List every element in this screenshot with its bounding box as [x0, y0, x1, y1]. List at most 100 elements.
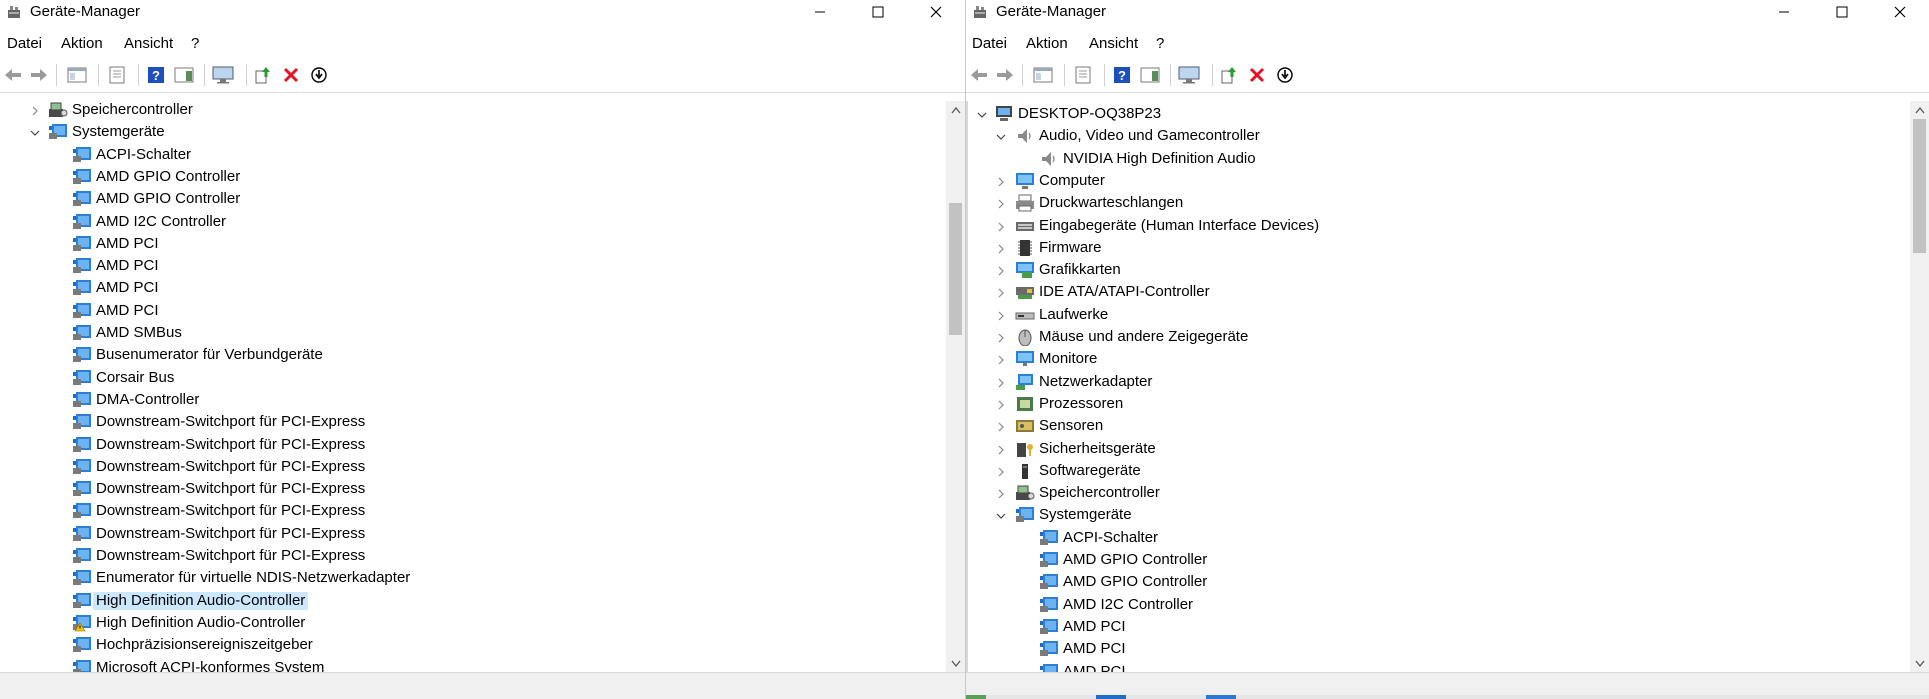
tree-node-category[interactable]: Mäuse und andere Zeigegeräte: [968, 326, 1910, 348]
chevron-right-icon[interactable]: [995, 197, 1007, 209]
scan-for-hardware-button[interactable]: [1176, 62, 1202, 88]
chevron-right-icon[interactable]: [995, 309, 1007, 321]
menu-help[interactable]: ?: [1156, 35, 1164, 52]
tree-node-category[interactable]: Sicherheitsgeräte: [968, 438, 1910, 460]
scroll-up-arrow[interactable]: [1910, 101, 1929, 119]
tree-node-device[interactable]: Enumerator für virtuelle NDIS-Netzwerkad…: [0, 567, 946, 589]
tree-node-device[interactable]: Downstream-Switchport für PCI-Express: [0, 545, 946, 567]
forward-button[interactable]: [26, 62, 52, 88]
disable-device-button[interactable]: [306, 62, 332, 88]
menu-help[interactable]: ?: [191, 35, 199, 52]
tree-node-device[interactable]: AMD SMBus: [0, 322, 946, 344]
menu-datei[interactable]: Datei: [7, 35, 42, 52]
tree-node-category[interactable]: Eingabegeräte (Human Interface Devices): [968, 215, 1910, 237]
tree-node-device[interactable]: ACPI-Schalter: [0, 144, 946, 166]
tree-node-device[interactable]: High Definition Audio-Controller: [0, 590, 946, 612]
tree-node-device[interactable]: Downstream-Switchport für PCI-Express: [0, 434, 946, 456]
scrollbar-thumb[interactable]: [1913, 119, 1926, 253]
tree-node-category[interactable]: Speichercontroller: [0, 101, 946, 121]
tree-node-category[interactable]: Audio, Video und Gamecontroller: [968, 125, 1910, 147]
scan-for-hardware-button[interactable]: [210, 62, 236, 88]
tree-node-category[interactable]: Prozessoren: [968, 393, 1910, 415]
chevron-down-icon[interactable]: [976, 108, 988, 120]
device-tree[interactable]: DESKTOP-OQ38P23 Audio, Video und Gamecont…: [966, 101, 1910, 673]
tree-node-device[interactable]: Downstream-Switchport für PCI-Express: [0, 456, 946, 478]
device-tree[interactable]: Speichercontroller Systemgeräte ACPI-Schal…: [0, 101, 946, 673]
maximize-button[interactable]: [1813, 0, 1871, 24]
tree-node-device[interactable]: Downstream-Switchport für PCI-Express: [0, 500, 946, 522]
chevron-right-icon[interactable]: [995, 376, 1007, 388]
tree-node-device[interactable]: AMD GPIO Controller: [968, 571, 1910, 593]
tree-node-category[interactable]: Grafikkarten: [968, 259, 1910, 281]
title-bar[interactable]: Geräte-Manager: [0, 0, 965, 24]
chevron-right-icon[interactable]: [995, 286, 1007, 298]
properties-button[interactable]: [104, 62, 130, 88]
tree-node-device[interactable]: AMD PCI: [968, 638, 1910, 660]
tree-node-device[interactable]: Corsair Bus: [0, 367, 946, 389]
tree-node-device[interactable]: AMD PCI: [0, 300, 946, 322]
show-hide-console-tree-button[interactable]: [1030, 62, 1056, 88]
maximize-button[interactable]: [849, 0, 907, 24]
properties-button[interactable]: [1070, 62, 1096, 88]
tree-node-device[interactable]: Downstream-Switchport für PCI-Express: [0, 523, 946, 545]
tree-node-device[interactable]: Hochpräzisionsereigniszeitgeber: [0, 634, 946, 656]
chevron-right-icon[interactable]: [995, 353, 1007, 365]
chevron-right-icon[interactable]: [995, 242, 1007, 254]
chevron-right-icon[interactable]: [995, 420, 1007, 432]
chevron-right-icon[interactable]: [995, 264, 1007, 276]
show-hide-console-tree-button[interactable]: [64, 62, 90, 88]
action-pane-button[interactable]: [171, 62, 197, 88]
tree-node-device[interactable]: Microsoft ACPI-konformes System: [0, 657, 946, 673]
uninstall-device-button[interactable]: [1244, 62, 1270, 88]
tree-node-device[interactable]: Downstream-Switchport für PCI-Express: [0, 411, 946, 433]
tree-node-device[interactable]: AMD GPIO Controller: [968, 549, 1910, 571]
tree-node-category[interactable]: Speichercontroller: [968, 482, 1910, 504]
chevron-right-icon[interactable]: [995, 398, 1007, 410]
tree-node-category[interactable]: Systemgeräte: [0, 121, 946, 143]
tree-node-category[interactable]: DESKTOP-OQ38P23: [968, 103, 1910, 125]
tree-node-device[interactable]: AMD PCI: [0, 277, 946, 299]
chevron-right-icon[interactable]: [995, 220, 1007, 232]
tree-node-device[interactable]: NVIDIA High Definition Audio: [968, 148, 1910, 170]
chevron-right-icon[interactable]: [995, 465, 1007, 477]
tree-node-category[interactable]: IDE ATA/ATAPI-Controller: [968, 281, 1910, 303]
menu-ansicht[interactable]: Ansicht: [1089, 35, 1138, 52]
chevron-down-icon[interactable]: [995, 130, 1007, 142]
tree-node-device[interactable]: AMD PCI: [0, 255, 946, 277]
tree-node-device[interactable]: AMD I2C Controller: [968, 594, 1910, 616]
vertical-scrollbar[interactable]: [946, 101, 965, 673]
back-button[interactable]: [0, 62, 26, 88]
tree-node-category[interactable]: Computer: [968, 170, 1910, 192]
tree-node-device[interactable]: ACPI-Schalter: [968, 527, 1910, 549]
tree-node-device[interactable]: High Definition Audio-Controller: [0, 612, 946, 634]
tree-node-category[interactable]: Sensoren: [968, 415, 1910, 437]
scroll-down-arrow[interactable]: [946, 655, 965, 673]
chevron-right-icon[interactable]: [995, 443, 1007, 455]
minimize-button[interactable]: [1755, 0, 1813, 24]
menu-ansicht[interactable]: Ansicht: [124, 35, 173, 52]
forward-button[interactable]: [992, 62, 1018, 88]
tree-node-device[interactable]: DMA-Controller: [0, 389, 946, 411]
disable-device-button[interactable]: [1272, 62, 1298, 88]
chevron-down-icon[interactable]: [29, 126, 41, 138]
tree-node-category[interactable]: Softwaregeräte: [968, 460, 1910, 482]
tree-node-device[interactable]: AMD PCI: [968, 616, 1910, 638]
uninstall-device-button[interactable]: [278, 62, 304, 88]
tree-node-device[interactable]: AMD GPIO Controller: [0, 166, 946, 188]
chevron-right-icon[interactable]: [995, 331, 1007, 343]
update-driver-button[interactable]: [250, 62, 276, 88]
scroll-up-arrow[interactable]: [946, 101, 965, 119]
tree-node-category[interactable]: Systemgeräte: [968, 504, 1910, 526]
chevron-down-icon[interactable]: [995, 509, 1007, 521]
menu-aktion[interactable]: Aktion: [1026, 35, 1068, 52]
tree-node-category[interactable]: Netzwerkadapter: [968, 371, 1910, 393]
chevron-right-icon[interactable]: [995, 175, 1007, 187]
tree-node-device[interactable]: AMD PCI: [0, 233, 946, 255]
vertical-scrollbar[interactable]: [1910, 101, 1929, 673]
action-pane-button[interactable]: [1137, 62, 1163, 88]
update-driver-button[interactable]: [1216, 62, 1242, 88]
scrollbar-thumb[interactable]: [949, 203, 962, 335]
tree-node-device[interactable]: AMD GPIO Controller: [0, 188, 946, 210]
tree-node-category[interactable]: Monitore: [968, 348, 1910, 370]
help-button[interactable]: ?: [143, 62, 169, 88]
